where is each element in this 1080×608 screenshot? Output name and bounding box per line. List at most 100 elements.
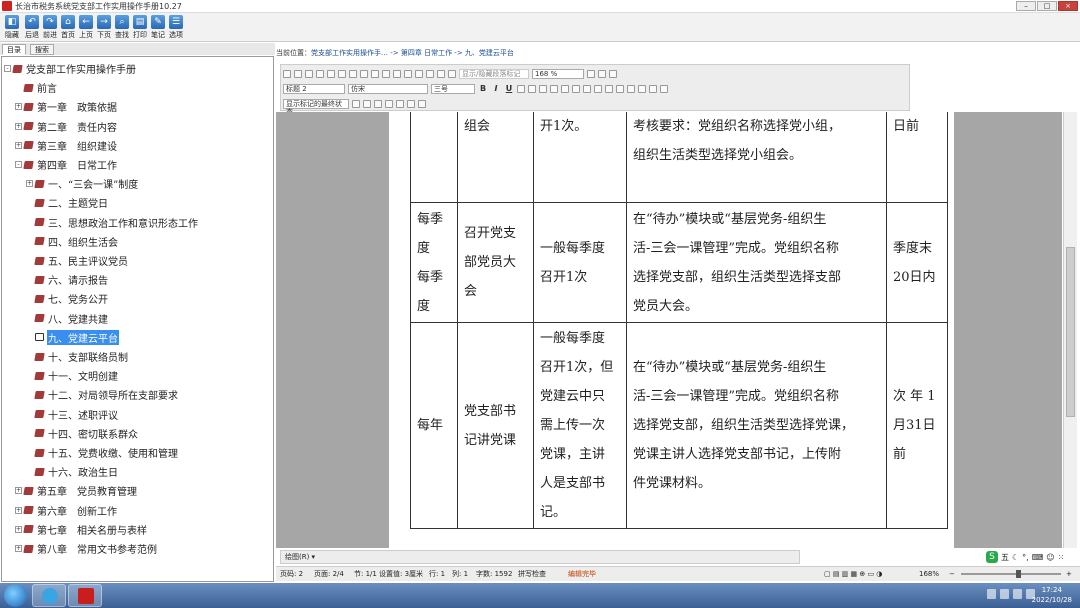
back-button[interactable]: ↶ 后退 [22,15,42,41]
status-spell[interactable]: 拼写检查 [518,567,546,581]
expand-icon[interactable]: + [15,487,22,495]
table-cell[interactable]: 季度末 20日内 [886,202,948,323]
paste-icon[interactable] [360,69,368,78]
find-button[interactable]: ⌕ 查找 [112,15,132,41]
tree-item[interactable]: 十、支部联络员制 [26,348,129,365]
track-changes-icon[interactable] [418,99,426,108]
print-preview-icon[interactable] [316,69,324,78]
tree-item[interactable]: 四、组织生活会 [26,233,119,250]
bold-icon[interactable]: B [478,84,488,93]
clock[interactable]: 17:24 2022/10/28 [1032,585,1072,605]
home-button[interactable]: ⌂ 首页 [58,15,78,41]
start-button[interactable] [4,584,27,607]
tree-item[interactable]: 二、主题党日 [26,194,109,211]
expand-icon[interactable]: + [15,141,22,149]
zoom-out-icon[interactable]: − [949,567,955,581]
table-cell[interactable]: 次月20日前 [886,112,948,203]
redo-icon[interactable] [393,69,401,78]
tree-item[interactable]: + 第八章 常用文书参考范例 [15,540,158,557]
cut-icon[interactable] [338,69,346,78]
collapse-icon[interactable]: - [4,65,11,72]
punct-icon[interactable]: °, [1022,553,1029,562]
next-page-button[interactable]: → 下页 [94,15,114,41]
grow-font-icon[interactable] [649,84,657,93]
show-icon[interactable] [352,99,360,108]
shrink-font-icon[interactable] [660,84,668,93]
tree-item[interactable]: 十三、述职评议 [26,406,119,423]
document-page[interactable]: 召开党小组会一般每月召开1次。活-三会一课管理”完成。考核要求：党组织名称选择党… [389,112,954,548]
font-select[interactable]: 仿宋 [348,83,428,94]
status-unsaved[interactable]: 编辑完毕 [568,567,596,581]
tree-item[interactable]: 三、思想政治工作和意识形态工作 [26,214,199,231]
breadcrumb-path[interactable]: 党支部工作实用操作手… -> 第四章 日常工作 -> 九、党建云平台 [311,49,514,57]
notes-button[interactable]: ✎ 笔记 [148,15,168,41]
tree-item[interactable]: 十二、对局领导所在支部要求 [26,386,179,403]
tree-item[interactable]: + 第五章 党员教育管理 [15,482,138,499]
table-cell[interactable]: 召开党小组会 [457,112,534,203]
tree-item[interactable]: 六、请示报告 [26,271,109,288]
taskbar-manual[interactable] [68,584,102,607]
collapse-icon[interactable]: - [15,161,22,168]
tree-item[interactable]: 十一、文明创建 [26,367,119,384]
help-icon[interactable] [609,69,617,78]
table-cell[interactable]: 党支部书 记讲党课 [457,322,534,529]
underline-icon[interactable]: U [504,84,514,93]
options-button[interactable]: ☰ 选项 [166,15,186,41]
accept-icon[interactable] [385,99,393,108]
table-cell[interactable]: 一般每季度 召开1次，但 党建云中只 需上传一次 党课，主讲 人是支部书 记。 [533,322,627,529]
prev-change-icon[interactable] [363,99,371,108]
copy-icon[interactable] [349,69,357,78]
undo-icon[interactable] [382,69,390,78]
reject-icon[interactable] [396,99,404,108]
expand-icon[interactable]: + [15,545,22,552]
align-left-icon[interactable] [517,84,525,93]
tree-item[interactable]: 十五、党费收缴、使用和管理 [26,444,179,461]
tray-flag-icon[interactable] [1013,589,1022,599]
expand-icon[interactable]: + [15,506,22,514]
expand-icon[interactable]: + [15,122,22,130]
table-cell[interactable]: 一般每月召开1次。 [533,112,627,203]
maximize-button[interactable]: □ [1037,1,1057,11]
ime-logo-icon[interactable]: S [986,551,998,563]
tree-item[interactable]: + 第二章 责任内容 [15,118,118,135]
tree-item[interactable]: + 一、“三会一课”制度 [26,175,139,192]
table-cell[interactable]: 每季 度每季 度 [410,202,458,323]
table-cell[interactable]: 召开党支 部党员大会 [457,202,534,323]
tree-item[interactable]: 八、党建共建 [26,310,109,327]
tab-contents[interactable]: 目录 [2,44,26,55]
table-cell[interactable]: 活-三会一课管理”完成。考核要求：党组织名称选择党小组，组织生活类型选择党小组会… [626,112,887,203]
tree-item[interactable]: 十六、政治生日 [26,463,119,480]
bullets-icon[interactable] [583,84,591,93]
tray-network-icon[interactable] [1000,589,1009,599]
table-icon[interactable] [415,69,423,78]
grid-icon[interactable]: ⁙ [1058,553,1065,562]
align-center-icon[interactable] [528,84,536,93]
align-right-icon[interactable] [539,84,547,93]
open-icon[interactable] [294,69,302,78]
tree-item[interactable]: + 第三章 组织建设 [15,137,118,154]
highlight-icon[interactable] [627,84,635,93]
tree-item[interactable]: 十四、密切联系群众 [26,425,139,442]
forward-button[interactable]: ↷ 前进 [40,15,60,41]
numbering-icon[interactable] [572,84,580,93]
table-cell[interactable] [410,112,458,203]
user-icon[interactable]: ☺ [1046,553,1054,562]
table-cell[interactable]: 一般每季度 召开1次 [533,202,627,323]
moon-icon[interactable]: ☾ [1012,553,1019,562]
next-change-icon[interactable] [374,99,382,108]
table-cell[interactable]: 次 年 1 月31日前 [886,322,948,529]
italic-icon[interactable]: I [491,84,501,93]
tree-item[interactable]: + 第七章 相关名册与表样 [15,521,148,538]
tree-item[interactable]: - 党支部工作实用操作手册 [4,60,137,77]
format-painter-icon[interactable] [371,69,379,78]
style-select[interactable]: 标题 2 [283,83,345,94]
document-area[interactable]: 召开党小组会一般每月召开1次。活-三会一课管理”完成。考核要求：党组织名称选择党… [276,112,1062,548]
border-icon[interactable] [616,84,624,93]
tree-item[interactable]: 前言 [15,79,58,96]
font-color-icon[interactable] [638,84,646,93]
tree-item[interactable]: + 第六章 创新工作 [15,502,118,519]
tree-item[interactable]: 九、党建云平台 [26,329,119,346]
spell-icon[interactable] [327,69,335,78]
tree-item[interactable]: + 第一章 政策依据 [15,98,118,115]
expand-icon[interactable]: + [26,180,33,188]
